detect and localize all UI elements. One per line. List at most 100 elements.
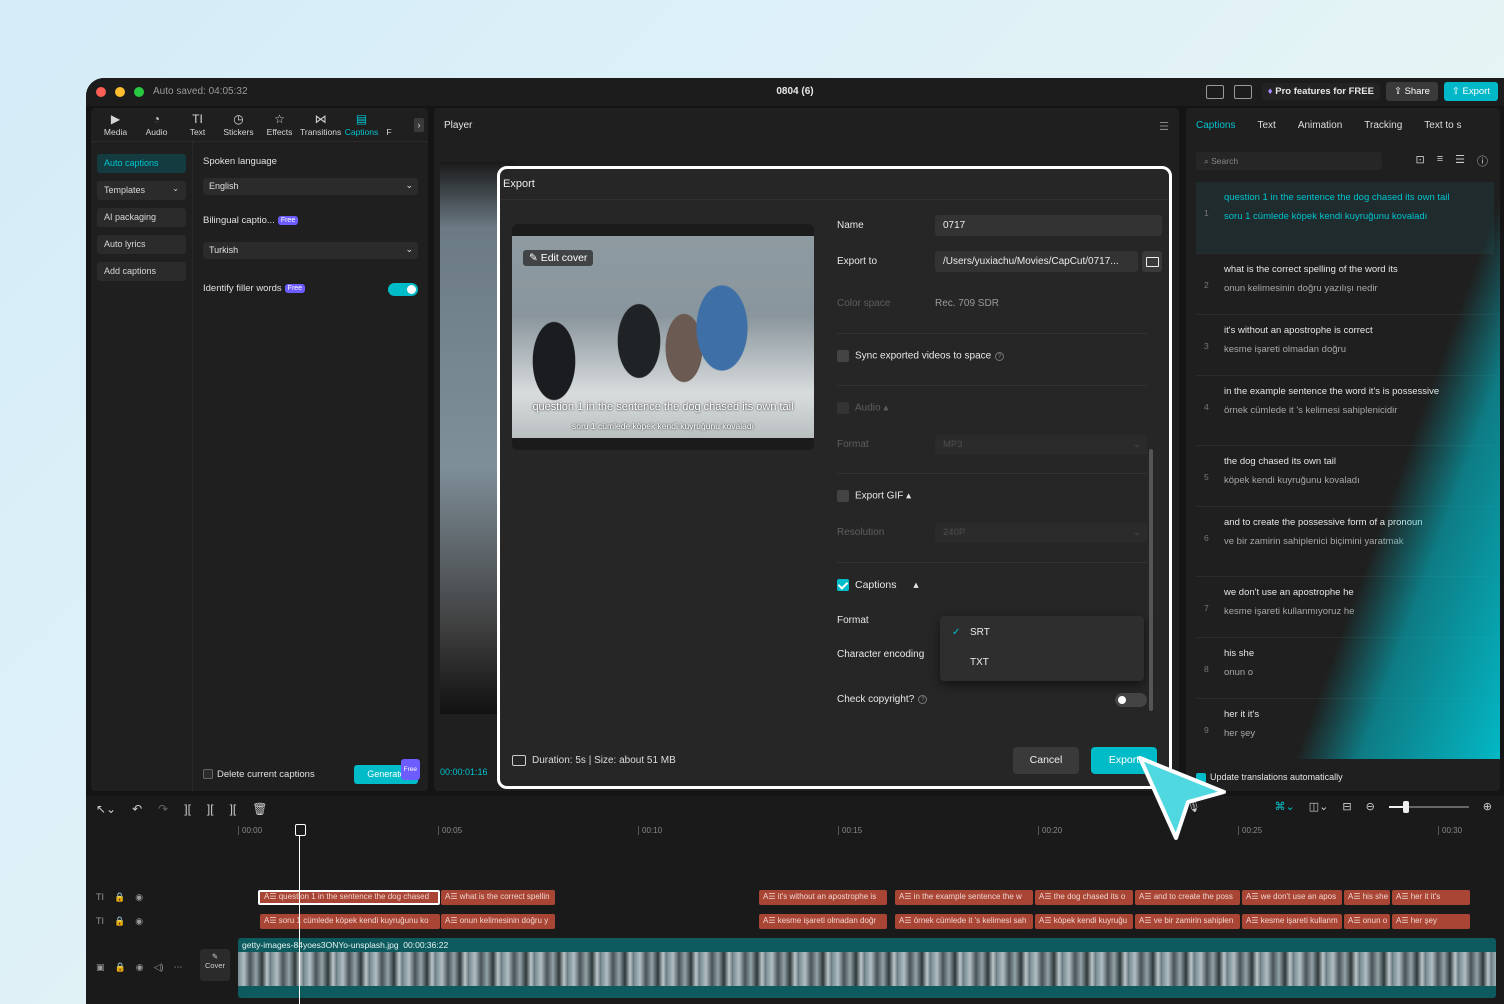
caption-translation[interactable]: kesme işareti kullanmıyoruz he xyxy=(1224,606,1484,618)
tab-text-to-speech[interactable]: Text to s xyxy=(1424,120,1461,131)
zoom-slider[interactable] xyxy=(1388,800,1469,813)
sync-space-checkbox[interactable] xyxy=(837,350,849,362)
help-icon[interactable]: ? xyxy=(995,351,1005,361)
redo-icon[interactable]: ↷ xyxy=(158,802,168,816)
eye-icon[interactable]: ◉ xyxy=(136,962,144,973)
edit-cover-button[interactable]: ✎ Edit cover xyxy=(523,250,594,266)
caption-clip[interactable]: A☰ we don't use an apos xyxy=(1242,890,1342,905)
tab-filters[interactable]: F xyxy=(382,108,396,141)
bilingual-language-select[interactable]: Turkish ⌄ xyxy=(203,242,418,259)
caption-clip[interactable]: A☰ her it it's xyxy=(1392,890,1470,905)
caption-translation[interactable]: kesme işareti olmadan doğru xyxy=(1224,344,1484,356)
undo-icon[interactable]: ↶ xyxy=(132,802,142,816)
format-option-srt[interactable]: SRT xyxy=(970,627,990,638)
time-ruler[interactable]: 00:00 00:05 00:10 00:15 00:20 00:25 00:3… xyxy=(238,826,1504,840)
translation-clip[interactable]: A☰ soru 1 cümlede köpek kendi kuyruğunu … xyxy=(260,914,440,929)
eye-icon[interactable]: ◉ xyxy=(135,892,143,903)
caption-row[interactable]: 8 his she onun o xyxy=(1196,638,1494,699)
cancel-button[interactable]: Cancel xyxy=(1013,747,1079,774)
snap-icon[interactable]: ◫⌄ xyxy=(1309,800,1329,813)
chevron-up-icon[interactable]: ▴ xyxy=(913,579,918,591)
caption-translation[interactable]: her şey xyxy=(1224,728,1484,740)
tab-audio[interactable]: ◔ Audio xyxy=(136,108,177,141)
preview-axis-icon[interactable]: ⊟ xyxy=(1342,800,1351,813)
lock-icon[interactable]: 🔒 xyxy=(114,892,125,903)
eye-icon[interactable]: ◉ xyxy=(135,916,143,927)
caption-translation[interactable]: onun o xyxy=(1224,667,1484,679)
sidebar-item-auto-lyrics[interactable]: Auto lyrics xyxy=(97,235,186,254)
chevron-up-icon[interactable]: ▴ xyxy=(906,491,911,502)
sidebar-item-auto-captions[interactable]: Auto captions xyxy=(97,154,186,173)
caption-text[interactable]: and to create the possessive form of a p… xyxy=(1224,517,1484,529)
export-gif-checkbox[interactable] xyxy=(837,490,849,502)
tab-animation[interactable]: Animation xyxy=(1298,120,1342,131)
export-path-input[interactable]: /Users/yuxiachu/Movies/CapCut/0717... xyxy=(935,251,1138,272)
tab-tracking[interactable]: Tracking xyxy=(1364,120,1402,131)
generate-button[interactable]: Generate Free xyxy=(354,759,420,784)
video-clip[interactable]: getty-images-84yoes3ONYo-unsplash.jpg 00… xyxy=(238,938,1496,998)
caption-row[interactable]: 4 in the example sentence the word it's i… xyxy=(1196,376,1494,446)
help-icon[interactable]: ? xyxy=(918,694,928,704)
split-icon[interactable]: ][ xyxy=(184,802,191,816)
caption-text[interactable]: we don't use an apostrophe he xyxy=(1224,587,1484,599)
caption-text[interactable]: the dog chased its own tail xyxy=(1224,456,1484,468)
translation-clip[interactable]: A☰ onun kelimesinin doğru y xyxy=(441,914,555,929)
caption-translation[interactable]: onun kelimesinin doğru yazılışı nedir xyxy=(1224,283,1484,295)
caption-text[interactable]: what is the correct spelling of the word… xyxy=(1224,264,1484,276)
captions-section[interactable]: Captions ▴ xyxy=(837,579,1162,592)
translation-clip[interactable]: A☰ kesme işareti kullanm xyxy=(1242,914,1342,929)
translation-clip[interactable]: A☰ kesme işareti olmadan doğr xyxy=(759,914,887,929)
caption-translation[interactable]: köpek kendi kuyruğunu kovaladı xyxy=(1224,475,1484,487)
caption-row[interactable]: 7 we don't use an apostrophe he kesme işar… xyxy=(1196,577,1494,638)
delete-captions-option[interactable]: Delete current captions xyxy=(203,769,315,780)
pro-features-button[interactable]: ♦ Pro features for FREE xyxy=(1261,83,1380,100)
find-replace-icon[interactable]: ⊡ xyxy=(1415,153,1424,169)
zoom-slider-handle[interactable] xyxy=(1402,800,1409,813)
shortcuts-icon[interactable] xyxy=(1233,84,1252,99)
caption-translation[interactable]: soru 1 cümlede köpek kendi kuyruğunu kov… xyxy=(1224,211,1484,223)
trim-left-icon[interactable]: ][ xyxy=(207,802,214,816)
delete-icon[interactable]: 🗑 xyxy=(252,802,267,816)
volume-icon[interactable]: ◁) xyxy=(154,962,164,973)
chevron-up-icon[interactable]: ▴ xyxy=(883,403,888,414)
caption-row[interactable]: 3 it's without an apostrophe is correct ke… xyxy=(1196,315,1494,376)
caption-clip[interactable]: A☰ question 1 in the sentence the dog ch… xyxy=(258,890,440,905)
sort-icon[interactable]: ≡ xyxy=(1437,153,1443,169)
more-icon[interactable]: ⋯ xyxy=(174,962,183,973)
share-button[interactable]: ⇪ Share xyxy=(1385,82,1438,101)
caption-clip[interactable]: A☰ in the example sentence the w xyxy=(895,890,1033,905)
delete-captions-checkbox[interactable] xyxy=(203,769,213,780)
spoken-language-select[interactable]: English ⌄ xyxy=(203,178,418,195)
filler-words-toggle[interactable] xyxy=(388,283,418,296)
cover-button[interactable]: ✎ Cover xyxy=(200,949,230,981)
caption-clip[interactable]: A☰ what is the correct spellin xyxy=(441,890,555,905)
translation-clip[interactable]: A☰ her şey xyxy=(1392,914,1470,929)
export-top-button[interactable]: ⇧ Export xyxy=(1443,82,1498,101)
menu-icon[interactable]: ☰ xyxy=(1159,120,1169,133)
lock-icon[interactable]: 🔒 xyxy=(114,916,125,927)
caption-clip[interactable]: A☰ and to create the poss xyxy=(1135,890,1240,905)
resolution-select[interactable]: 240P ⌄ xyxy=(935,523,1147,543)
sidebar-item-add-captions[interactable]: Add captions xyxy=(97,262,186,281)
caption-row[interactable]: 1 question 1 in the sentence the dog chas… xyxy=(1196,182,1494,254)
tab-captions[interactable]: ▤ Captions xyxy=(341,108,382,141)
tab-media[interactable]: ▶ Media xyxy=(95,108,136,141)
caption-clip[interactable]: A☰ his she xyxy=(1344,890,1390,905)
select-tool-icon[interactable]: ↖⌄ xyxy=(96,802,116,816)
caption-translation[interactable]: örnek cümlede it 's kelimesi sahiplenici… xyxy=(1224,405,1484,417)
tab-stickers[interactable]: ◷ Stickers xyxy=(218,108,259,141)
tab-text-inspector[interactable]: Text xyxy=(1257,120,1275,131)
trim-right-icon[interactable]: ][ xyxy=(230,802,237,816)
sync-space-option[interactable]: Sync exported videos to space? xyxy=(837,350,1162,362)
caption-row[interactable]: 9 her it it's her şey xyxy=(1196,699,1494,760)
translation-clip[interactable]: A☰ ve bir zamirin sahiplen xyxy=(1135,914,1240,929)
link-icon[interactable]: ⌘⌄ xyxy=(1275,800,1295,813)
tab-captions-inspector[interactable]: Captions xyxy=(1196,120,1235,131)
copyright-toggle[interactable] xyxy=(1115,693,1147,707)
format-option-txt[interactable]: TXT xyxy=(970,657,989,668)
playhead[interactable] xyxy=(295,824,306,1004)
tab-transitions[interactable]: ⋈ Transitions xyxy=(300,108,341,141)
sidebar-item-templates[interactable]: Templates ⌄ xyxy=(97,181,186,200)
lock-icon[interactable]: 🔒 xyxy=(115,962,126,973)
captions-checkbox[interactable] xyxy=(837,579,849,592)
